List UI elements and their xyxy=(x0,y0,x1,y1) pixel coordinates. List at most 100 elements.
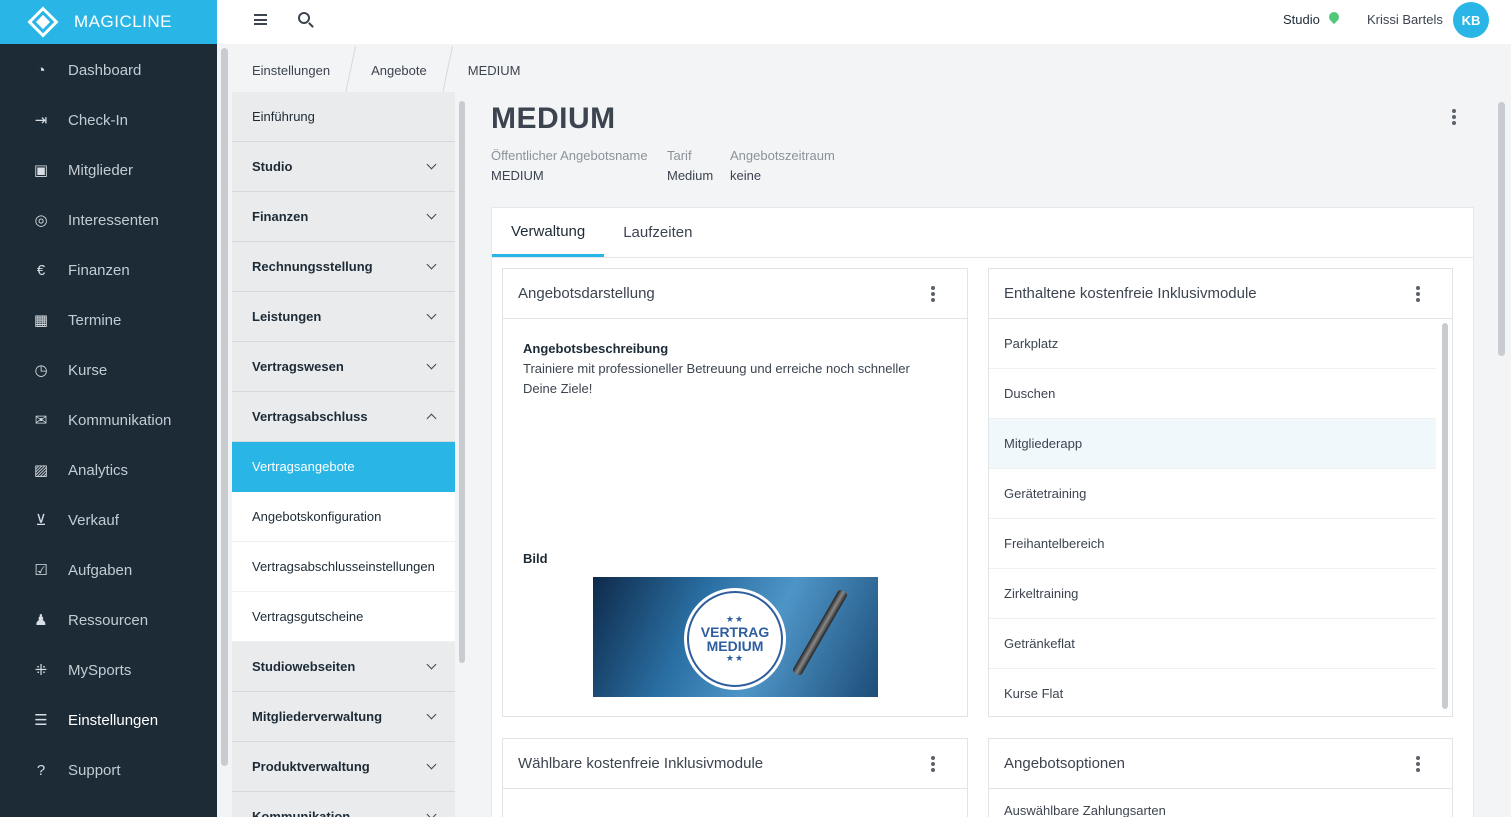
sidebar-item-interessenten[interactable]: ◎ Interessenten xyxy=(0,195,217,245)
settings-nav-item-mitgliederverwaltung[interactable]: Mitgliederverwaltung xyxy=(232,692,455,742)
list-item[interactable]: Parkplatz xyxy=(989,319,1436,369)
settings-nav-item-vertragsangebote[interactable]: Vertragsangebote xyxy=(232,442,455,492)
card-more-options-icon[interactable] xyxy=(931,286,935,302)
sidebar-item-verkauf[interactable]: ⊻ Verkauf xyxy=(0,495,217,545)
settings-nav-label: Vertragsgutscheine xyxy=(252,609,364,624)
settings-nav-item-studiowebseiten[interactable]: Studiowebseiten xyxy=(232,642,455,692)
studio-selector[interactable]: Studio xyxy=(1283,12,1320,27)
card-included-modules: Enthaltene kostenfreie Inklusivmodule Pa… xyxy=(988,268,1453,717)
breadcrumb-item-angebote[interactable]: Angebote xyxy=(351,46,447,94)
sidebar-item-check-in[interactable]: ⇥ Check-In xyxy=(0,95,217,145)
breadcrumb-item-einstellungen[interactable]: Einstellungen xyxy=(232,46,350,94)
settings-nav-label: Produktverwaltung xyxy=(252,759,370,774)
location-pin-icon[interactable] xyxy=(1326,9,1342,25)
sidebar-item-label: Ressourcen xyxy=(68,611,149,629)
tab-panel: Verwaltung Laufzeiten Angebotsdarstellun… xyxy=(491,207,1474,817)
settings-nav-item-vertragsabschlusseinstellungen[interactable]: Vertragsabschlusseinstellungen xyxy=(232,542,455,592)
list-item[interactable]: Gerätetraining xyxy=(989,469,1436,519)
page-more-options-icon[interactable] xyxy=(1452,109,1456,125)
tab-verwaltung[interactable]: Verwaltung xyxy=(492,208,605,257)
settings-nav-label: Leistungen xyxy=(252,309,322,324)
sidebar-item-label: Finanzen xyxy=(68,261,130,279)
chevron-down-icon xyxy=(426,659,437,670)
card-more-options-icon[interactable] xyxy=(1416,286,1420,302)
breadcrumb-item-current: MEDIUM xyxy=(467,62,521,78)
dashboard-icon: ◔ xyxy=(36,61,46,79)
sidebar-item-kommunikation[interactable]: ✉ Kommunikation xyxy=(0,395,217,445)
sidebar-item-mitglieder[interactable]: ▣ Mitglieder xyxy=(0,145,217,195)
sidebar-item-einstellungen[interactable]: ☰ Einstellungen xyxy=(0,695,217,745)
settings-nav-label: Angebotskonfiguration xyxy=(252,509,382,524)
tab-laufzeiten[interactable]: Laufzeiten xyxy=(604,208,711,257)
chevron-down-icon xyxy=(426,209,437,220)
list-item[interactable]: Duschen xyxy=(989,369,1436,419)
chevron-down-icon xyxy=(426,259,437,270)
sidebar-item-analytics[interactable]: ▨ Analytics xyxy=(0,445,217,495)
chevron-up-icon xyxy=(426,413,437,424)
list-item[interactable]: Auswählbare Zahlungsarten xyxy=(989,789,1452,817)
list-item[interactable]: Kurse Flat xyxy=(989,669,1436,716)
list-item[interactable]: Freihantelbereich xyxy=(989,519,1436,569)
sidebar-item-label: Termine xyxy=(68,311,122,329)
card-title-text: Angebotsoptionen xyxy=(1004,755,1125,772)
sidebar-item-mysports[interactable]: ⁜ MySports xyxy=(0,645,217,695)
card-more-options-icon[interactable] xyxy=(1416,756,1420,772)
hamburger-menu-icon[interactable] xyxy=(254,14,267,25)
check-in-icon: ⇥ xyxy=(34,112,48,129)
sidebar-item-termine[interactable]: ▦ Termine xyxy=(0,295,217,345)
settings-nav-item-vertragsabschluss[interactable]: Vertragsabschluss xyxy=(232,392,455,442)
settings-nav-item-studio[interactable]: Studio xyxy=(232,142,455,192)
chevron-down-icon xyxy=(426,709,437,720)
tab-bar: Verwaltung Laufzeiten xyxy=(492,208,1473,258)
meta-label: Öffentlicher Angebotsname xyxy=(491,148,648,163)
settings-nav-item-vertragsgutscheine[interactable]: Vertragsgutscheine xyxy=(232,592,455,642)
included-modules-scrollbar[interactable] xyxy=(1442,323,1448,709)
meta-tariff: Tarif Medium xyxy=(667,148,713,183)
sliders-icon: ☰ xyxy=(34,712,48,729)
main-nav: ◔ Dashboard ⇥ Check-In ▣ Mitglieder ◎ Interesse… xyxy=(0,45,217,795)
settings-nav-item-produktverwaltung[interactable]: Produktverwaltung xyxy=(232,742,455,792)
sidebar-item-dashboard[interactable]: ◔ Dashboard xyxy=(0,45,217,95)
card-title: Enthaltene kostenfreie Inklusivmodule xyxy=(989,269,1452,319)
sidebar-item-finanzen[interactable]: € Finanzen xyxy=(0,245,217,295)
sidebar-item-label: Kurse xyxy=(68,361,108,379)
settings-nav-label: Vertragsabschlusseinstellungen xyxy=(252,559,435,574)
settings-nav-item-kommunikation[interactable]: Kommunikation xyxy=(232,792,455,817)
settings-nav-item-finanzen[interactable]: Finanzen xyxy=(232,192,455,242)
sidebar-item-kurse[interactable]: ◷ Kurse xyxy=(0,345,217,395)
contract-seal: ★★ VERTRAG MEDIUM ★★ xyxy=(684,588,786,690)
list-item[interactable]: Getränkeflat xyxy=(989,619,1436,669)
list-item[interactable]: Mitgliederapp xyxy=(989,419,1436,469)
main-scrollbar[interactable] xyxy=(1498,102,1505,356)
avatar[interactable]: KB xyxy=(1453,2,1489,38)
stopwatch-icon: ◷ xyxy=(34,362,48,379)
sidebar-scrollbar[interactable] xyxy=(221,48,228,766)
sidebar-item-ressourcen[interactable]: ♟ Ressourcen xyxy=(0,595,217,645)
search-icon[interactable] xyxy=(298,12,310,24)
user-name[interactable]: Krissi Bartels xyxy=(1367,12,1443,27)
sidebar-item-label: MySports xyxy=(68,661,132,679)
sidebar-item-label: Check-In xyxy=(68,111,129,129)
list-item[interactable]: Zirkeltraining xyxy=(989,569,1436,619)
sidebar-item-label: Support xyxy=(68,761,121,779)
sidebar-item-aufgaben[interactable]: ☑ Aufgaben xyxy=(0,545,217,595)
description-text: Trainiere mit professioneller Betreuung … xyxy=(523,361,910,396)
settings-nav-item-vertragswesen[interactable]: Vertragswesen xyxy=(232,342,455,392)
card-more-options-icon[interactable] xyxy=(931,756,935,772)
meta-period: Angebotszeitraum keine xyxy=(730,148,835,183)
checkbox-icon: ☑ xyxy=(34,562,48,579)
chevron-down-icon xyxy=(426,159,437,170)
brand[interactable]: MAGICLINE xyxy=(0,0,217,44)
page-title: MEDIUM xyxy=(491,102,616,135)
group-icon: ♟ xyxy=(34,612,48,629)
chevron-down-icon xyxy=(426,309,437,320)
settings-nav-scrollbar[interactable] xyxy=(459,101,465,663)
settings-nav-item-einf-hrung[interactable]: Einführung xyxy=(232,92,455,142)
sidebar-item-support[interactable]: ? Support xyxy=(0,745,217,795)
settings-nav-item-leistungen[interactable]: Leistungen xyxy=(232,292,455,342)
settings-nav-item-angebotskonfiguration[interactable]: Angebotskonfiguration xyxy=(232,492,455,542)
settings-nav-item-rechnungsstellung[interactable]: Rechnungsstellung xyxy=(232,242,455,292)
sidebar-item-label: Dashboard xyxy=(68,61,142,79)
meta-label: Tarif xyxy=(667,148,692,163)
card-title: Angebotsoptionen xyxy=(989,739,1452,789)
